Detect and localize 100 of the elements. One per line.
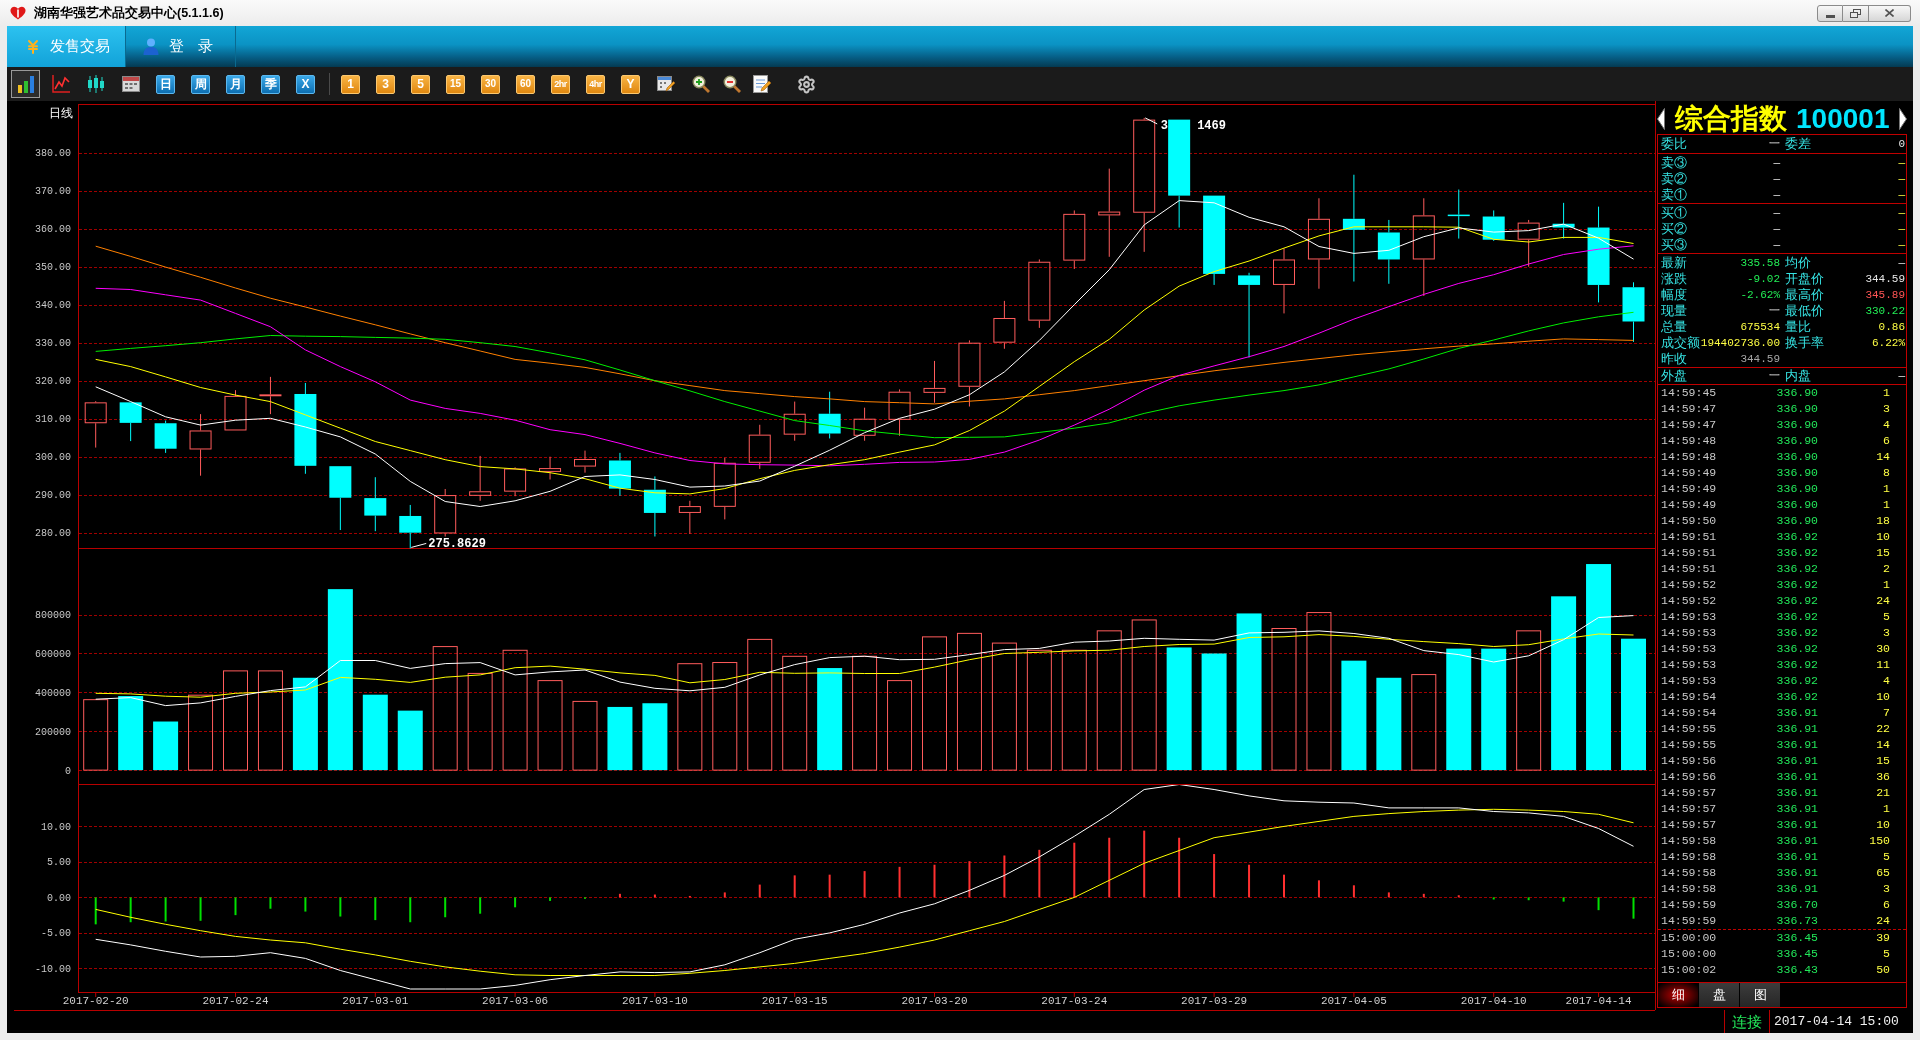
- trade-price: 336.91: [1776, 850, 1818, 863]
- calendar-icon: [121, 76, 140, 92]
- maximize-button[interactable]: [1843, 4, 1869, 22]
- minute-period-button[interactable]: Y: [621, 74, 640, 94]
- macd-bar: [1597, 897, 1600, 911]
- trade-time: 14:59:50: [1661, 514, 1717, 527]
- trade-volume: 1: [1883, 386, 1890, 399]
- field-label: 卖③: [1661, 156, 1687, 170]
- date-label: 2017-03-29: [1181, 995, 1248, 1007]
- detail-tab[interactable]: 盘: [1699, 983, 1739, 1007]
- trade-price: 336.92: [1776, 658, 1818, 671]
- trade-volume: 22: [1876, 722, 1890, 735]
- period-button[interactable]: 月: [226, 74, 245, 94]
- trade-time: 14:59:47: [1661, 418, 1717, 431]
- trade-time: 14:59:56: [1661, 770, 1717, 783]
- notepad-button[interactable]: [750, 72, 774, 96]
- window-title: 湖南华强艺术品交易中心(5.1.1.6): [34, 4, 224, 22]
- detail-tab[interactable]: 细: [1658, 983, 1698, 1007]
- trade-price: 336.92: [1776, 610, 1818, 623]
- trade-time: 14:59:54: [1661, 706, 1717, 719]
- trade-price: 336.92: [1776, 562, 1818, 575]
- field-value: -9.02: [1747, 272, 1780, 286]
- minute-period-button[interactable]: 30: [481, 74, 500, 94]
- trade-price: 336.43: [1776, 963, 1818, 976]
- macd-bar: [1422, 893, 1425, 898]
- trade-price: 336.91: [1776, 818, 1818, 831]
- nav-tab[interactable]: 发售交易: [7, 26, 126, 67]
- detail-tab[interactable]: 图: [1740, 983, 1780, 1007]
- macd-axis-label: -5.00: [41, 928, 71, 940]
- trade-volume: 1: [1883, 482, 1890, 495]
- candle: [1063, 209, 1086, 270]
- period-button[interactable]: 日: [156, 74, 175, 94]
- minute-period-button[interactable]: 4hr: [586, 74, 605, 94]
- field-label: 成交额: [1661, 336, 1700, 350]
- volume-axis-label: 0: [65, 765, 71, 777]
- trade-price: 336.92: [1776, 578, 1818, 591]
- trade-price: 336.91: [1776, 834, 1818, 847]
- trade-volume: 21: [1876, 786, 1890, 799]
- candle: [923, 360, 946, 404]
- price-axis-label: 360.00: [35, 224, 71, 236]
- leader-line: [410, 542, 427, 548]
- field-value: —: [1773, 172, 1780, 186]
- minute-period-button[interactable]: 15: [446, 74, 465, 94]
- minute-period-button[interactable]: 2hr: [551, 74, 570, 94]
- field-label: 最低价: [1785, 304, 1824, 318]
- field-value: —: [1898, 369, 1905, 383]
- close-icon: [1885, 9, 1894, 17]
- macd-bar: [339, 897, 342, 917]
- price-axis-label: 340.00: [35, 300, 71, 312]
- minute-period-button[interactable]: 5: [411, 74, 430, 94]
- close-button[interactable]: [1869, 4, 1911, 22]
- candle: [1622, 281, 1645, 343]
- trade-volume: 10: [1876, 818, 1890, 831]
- field-value: 0.86: [1878, 320, 1905, 334]
- date-label: 2017-03-06: [482, 995, 549, 1007]
- minute-period-button[interactable]: 1: [341, 74, 360, 94]
- left-arrow-icon[interactable]: [1657, 108, 1665, 130]
- chart-mode-button[interactable]: [11, 70, 40, 98]
- zoom-out-icon: [723, 75, 741, 93]
- trade-volume: 36: [1876, 770, 1890, 783]
- trade-price: 336.92: [1776, 690, 1818, 703]
- trade-volume: 1: [1883, 578, 1890, 591]
- field-value: —: [1898, 256, 1905, 270]
- volume-bar: [397, 710, 423, 771]
- price-axis-label: 310.00: [35, 414, 71, 426]
- price-axis-label: 320.00: [35, 376, 71, 388]
- candle: [504, 466, 527, 497]
- trade-time: 14:59:51: [1661, 562, 1717, 575]
- macd-axis-label: -10.00: [35, 963, 71, 975]
- field-label: 总量: [1661, 320, 1687, 334]
- trade-price: 336.90: [1776, 402, 1818, 415]
- field-value: —: [1898, 238, 1905, 252]
- zoom-in-icon: [691, 75, 710, 93]
- trade-time: 14:59:57: [1661, 802, 1717, 815]
- date-label: 2017-04-05: [1320, 995, 1387, 1007]
- trade-volume: 30: [1876, 642, 1890, 655]
- candle: [399, 504, 422, 549]
- minimize-button[interactable]: [1817, 4, 1843, 22]
- period-button[interactable]: 季: [261, 74, 280, 94]
- right-arrow-icon[interactable]: [1899, 108, 1907, 130]
- minute-period-button[interactable]: 60: [516, 74, 535, 94]
- trade-price: 336.73: [1776, 914, 1818, 927]
- period-button[interactable]: 周: [191, 74, 210, 94]
- field-label: 买②: [1661, 222, 1687, 236]
- trade-price: 336.45: [1776, 947, 1818, 960]
- notepad-pencil-icon: [753, 75, 771, 93]
- volume-bar: [83, 699, 109, 771]
- minute-period-button[interactable]: 3: [376, 74, 395, 94]
- field-label: 涨跌: [1661, 272, 1687, 286]
- trade-price: 336.90: [1776, 466, 1818, 479]
- macd-bar: [1178, 837, 1181, 898]
- macd-bar: [653, 894, 656, 898]
- period-button[interactable]: X: [296, 74, 315, 94]
- macd-bar: [758, 884, 761, 898]
- trade-time: 14:59:49: [1661, 466, 1717, 479]
- candle: [154, 420, 177, 454]
- field-label: 买③: [1661, 238, 1687, 252]
- date-label: 2017-03-24: [1041, 995, 1108, 1007]
- candle: [783, 401, 806, 442]
- trade-volume: 3: [1883, 882, 1890, 895]
